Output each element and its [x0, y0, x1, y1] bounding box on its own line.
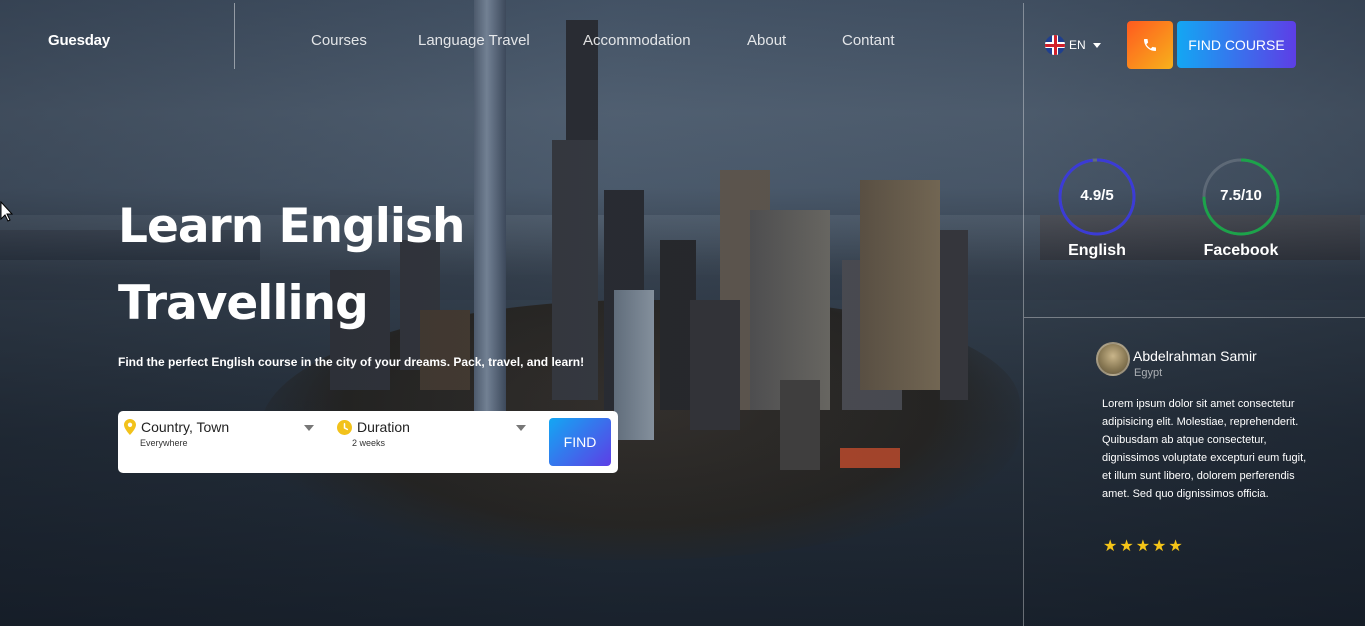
phone-button[interactable] [1127, 21, 1173, 69]
uk-flag-icon [1045, 35, 1065, 55]
duration-value: 2 weeks [352, 438, 386, 448]
location-select[interactable]: Country, Town Everywhere [124, 419, 316, 448]
testimonial-country: Egypt [1134, 367, 1163, 379]
rating-value: 7.5/10 [1220, 187, 1262, 204]
hero-title-line-2: Travelling [118, 276, 369, 331]
language-code: EN [1069, 38, 1086, 52]
mouse-cursor-icon [0, 201, 14, 222]
star-icon: ★ [1103, 538, 1118, 555]
divider [1023, 3, 1024, 626]
hero-subtitle: Find the perfect English course in the c… [118, 355, 585, 369]
rating-value: 4.9/5 [1080, 187, 1114, 204]
location-label: Country, Town [141, 419, 230, 435]
rating-source: Facebook [1203, 242, 1279, 259]
nav-about[interactable]: About [747, 32, 786, 49]
nav-language-travel[interactable]: Language Travel [418, 32, 530, 49]
rating-source: English [1068, 242, 1126, 259]
phone-icon [1144, 39, 1156, 51]
chevron-down-icon [1092, 42, 1101, 48]
testimonial-author: Abdelrahman Samir [1133, 348, 1257, 364]
hero-title-line-1: Learn English [118, 199, 465, 254]
find-button[interactable]: FIND [549, 418, 611, 466]
star-icon: ★ [1135, 538, 1151, 555]
duration-label: Duration [357, 419, 410, 435]
hero-title: Learn English Travelling [118, 188, 538, 342]
rating-facebook: 7.5/10 Facebook [1201, 157, 1281, 260]
language-selector[interactable]: EN [1045, 35, 1101, 55]
nav-accommodation[interactable]: Accommodation [583, 32, 691, 49]
star-icon: ★ [1152, 538, 1167, 555]
nav-contact[interactable]: Contant [842, 32, 895, 49]
chevron-down-icon [304, 425, 314, 431]
avatar [1096, 342, 1130, 376]
location-value: Everywhere [140, 438, 188, 448]
location-pin-icon [124, 419, 136, 435]
star-icon: ★ [1168, 538, 1183, 555]
find-course-button[interactable]: FIND COURSE [1177, 21, 1296, 68]
divider [234, 3, 235, 69]
divider [1024, 317, 1365, 318]
course-search-form: Country, Town Everywhere Duration 2 week… [118, 411, 618, 473]
clock-icon [337, 419, 352, 435]
brand-logo[interactable]: Guesday [48, 32, 110, 49]
chevron-down-icon [516, 425, 526, 431]
star-icon: ★ [1119, 538, 1134, 555]
nav-courses[interactable]: Courses [311, 32, 367, 49]
testimonial-text: Lorem ipsum dolor sit amet consectetur a… [1102, 398, 1307, 500]
duration-select[interactable]: Duration 2 weeks [337, 419, 529, 448]
rating-english: 4.9/5 English [1057, 157, 1137, 260]
star-rating: ★ ★ ★ ★ ★ [1103, 536, 1183, 556]
